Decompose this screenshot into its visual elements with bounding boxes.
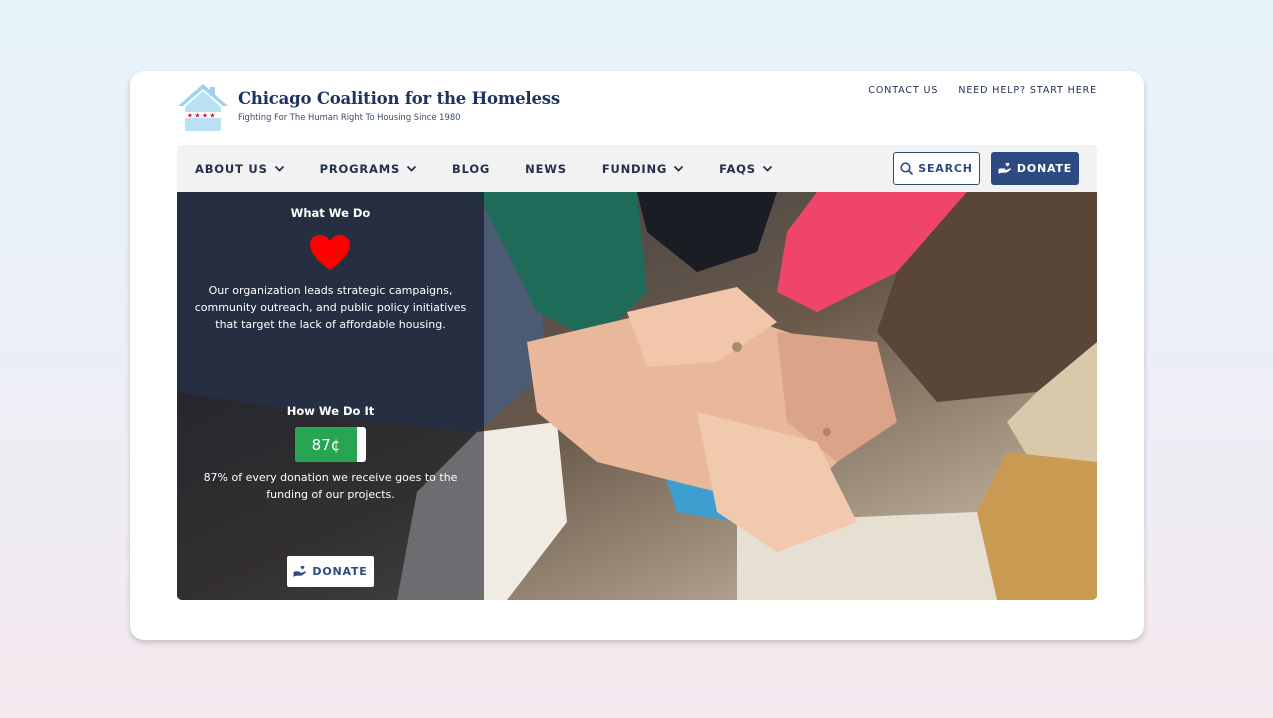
nav-item-label: PROGRAMS [319, 161, 401, 176]
what-we-do-heading: What We Do [290, 206, 371, 220]
search-button-label: SEARCH [918, 162, 973, 175]
nav-item-label: ABOUT US [195, 161, 268, 176]
how-we-do-it-text: 87% of every donation we receive goes to… [203, 471, 458, 501]
nav-item-faqs[interactable]: FAQS [719, 162, 773, 176]
nav-item-news[interactable]: NEWS [525, 162, 567, 176]
nav-menu: ABOUT US PROGRAMS BLOG NEWS FUNDING FAQS [195, 145, 773, 192]
logo-icon[interactable]: ★ ★ ★ ★ [177, 83, 230, 131]
donate-button[interactable]: DONATE [991, 152, 1079, 185]
nav-item-about-us[interactable]: ABOUT US [195, 162, 285, 176]
panel-donate-label: DONATE [312, 565, 368, 578]
nav-item-funding[interactable]: FUNDING [602, 162, 684, 176]
search-button[interactable]: SEARCH [893, 152, 980, 185]
brand-tagline: Fighting For The Human Right To Housing … [238, 112, 461, 122]
utility-links: CONTACT US NEED HELP? START HERE [868, 85, 1097, 96]
hero-section: What We Do Our organization leads strate… [177, 192, 1097, 600]
main-nav: ABOUT US PROGRAMS BLOG NEWS FUNDING FAQS [177, 145, 1097, 192]
need-help-link[interactable]: NEED HELP? START HERE [958, 85, 1097, 96]
hand-heart-icon [998, 162, 1011, 174]
how-we-do-it-heading: How We Do It [286, 404, 375, 418]
nav-item-programs[interactable]: PROGRAMS [320, 162, 417, 176]
svg-text:★: ★ [187, 112, 193, 120]
what-we-do-text: Our organization leads strategic campaig… [194, 284, 467, 331]
svg-text:★: ★ [210, 112, 216, 120]
panel-donate-button[interactable]: DONATE [287, 556, 374, 587]
chevron-down-icon [674, 165, 684, 172]
svg-text:★: ★ [202, 112, 208, 120]
search-icon [900, 162, 914, 175]
donate-button-label: DONATE [1016, 162, 1073, 175]
heart-icon [310, 235, 350, 270]
hand-heart-icon [293, 565, 307, 577]
donation-efficiency-badge: 87¢ [295, 427, 366, 462]
site-card: ★ ★ ★ ★ Chicago Coalition for the Homeless… [130, 71, 1144, 640]
nav-item-blog[interactable]: BLOG [452, 162, 490, 176]
donation-efficiency-value: 87¢ [311, 435, 341, 454]
nav-item-label: FUNDING [601, 161, 668, 176]
nav-item-label: BLOG [452, 161, 491, 176]
contact-us-link[interactable]: CONTACT US [868, 85, 938, 96]
chevron-down-icon [274, 165, 284, 172]
brand-name[interactable]: Chicago Coalition for the Homeless [238, 89, 560, 108]
chevron-down-icon [406, 165, 417, 172]
nav-item-label: NEWS [525, 161, 567, 176]
nav-item-label: FAQS [719, 161, 756, 176]
svg-text:★: ★ [195, 112, 201, 120]
chevron-down-icon [762, 165, 772, 172]
